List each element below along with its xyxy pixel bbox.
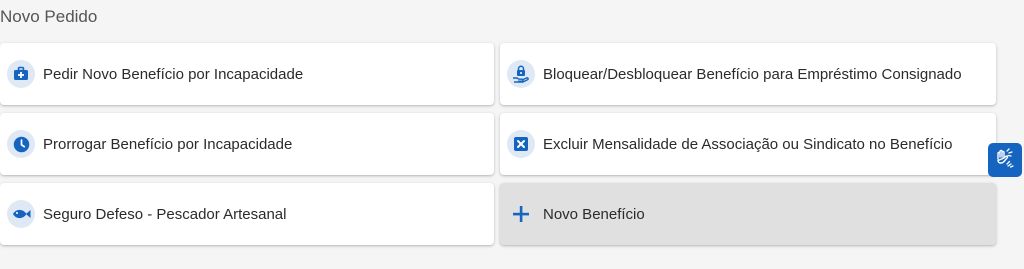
option-exclude-association-fee[interactable]: Excluir Mensalidade de Associação ou Sin… [500,113,996,175]
hand-lock-icon [507,60,535,88]
close-box-icon [507,130,535,158]
option-block-unblock-loan[interactable]: Bloquear/Desbloquear Benefício para Empr… [500,43,996,105]
sign-language-hands-icon [994,147,1016,174]
option-new-incapacity-benefit[interactable]: Pedir Novo Benefício por Incapacidade [0,43,494,105]
fish-icon [7,200,35,228]
option-label: Seguro Defeso - Pescador Artesanal [43,205,287,223]
page-title: Novo Pedido [0,7,98,26]
option-new-benefit[interactable]: Novo Benefício [500,183,996,245]
new-request-options: Pedir Novo Benefício por Incapacidade Bl… [0,43,996,245]
option-label: Bloquear/Desbloquear Benefício para Empr… [543,65,962,83]
accessibility-sign-language-button[interactable] [988,143,1022,177]
option-seguro-defeso[interactable]: Seguro Defeso - Pescador Artesanal [0,183,494,245]
clock-icon [7,130,35,158]
option-label: Excluir Mensalidade de Associação ou Sin… [543,135,953,153]
plus-icon [507,200,535,228]
option-label: Novo Benefício [543,205,645,223]
option-extend-incapacity-benefit[interactable]: Prorrogar Benefício por Incapacidade [0,113,494,175]
option-label: Prorrogar Benefício por Incapacidade [43,135,293,153]
medical-kit-icon [7,60,35,88]
option-label: Pedir Novo Benefício por Incapacidade [43,65,304,83]
